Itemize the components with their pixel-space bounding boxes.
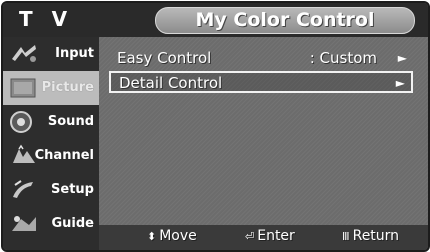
sidebar-item-setup[interactable]: Setup xyxy=(3,173,99,207)
menu-item-label: Easy Control xyxy=(117,49,212,67)
sidebar-item-guide[interactable]: Guide xyxy=(3,207,99,241)
tv-menu-screen: T V My Color Control Input Picture Sound… xyxy=(1,1,430,252)
enter-icon: ⏎ xyxy=(245,230,255,243)
menu-title-pill: My Color Control xyxy=(155,7,415,34)
sidebar-item-picture[interactable]: Picture xyxy=(3,71,99,105)
move-label: Move xyxy=(159,228,197,244)
menu-item-easy-control[interactable]: Easy Control : Custom ► xyxy=(109,48,413,70)
menu-item-detail-control[interactable]: Detail Control ► xyxy=(109,71,413,93)
arrow-right-icon: ► xyxy=(397,51,407,65)
source-label: T V xyxy=(19,7,74,31)
sound-icon xyxy=(9,109,39,135)
enter-hint: ⏎ Enter xyxy=(245,228,295,244)
sidebar-item-label: Channel xyxy=(34,148,94,163)
guide-icon xyxy=(9,211,39,237)
menu-panel: Easy Control : Custom ► Detail Control ► xyxy=(99,37,428,225)
sidebar-item-channel[interactable]: Channel xyxy=(3,139,99,173)
move-icon: ⬍ xyxy=(147,230,157,243)
footer-bar: ⬍ Move ⏎ Enter Ⅲ Return xyxy=(99,225,428,250)
return-hint: Ⅲ Return xyxy=(342,228,399,244)
arrow-right-icon: ► xyxy=(395,76,405,90)
sidebar-item-label: Sound xyxy=(47,114,94,129)
move-hint: ⬍ Move xyxy=(147,228,197,244)
setup-icon xyxy=(9,177,39,203)
sidebar-item-label: Picture xyxy=(41,80,94,95)
title-bar: T V My Color Control xyxy=(3,3,428,37)
sidebar-item-sound[interactable]: Sound xyxy=(3,105,99,139)
menu-item-value: : Custom xyxy=(309,49,377,67)
menu-title: My Color Control xyxy=(195,9,375,31)
return-label: Return xyxy=(352,228,400,244)
menu-item-label: Detail Control xyxy=(119,74,223,92)
enter-label: Enter xyxy=(257,228,295,244)
sidebar: Input Picture Sound Channel Setup Guide xyxy=(3,37,99,250)
sidebar-item-input[interactable]: Input xyxy=(3,37,99,71)
return-icon: Ⅲ xyxy=(342,230,350,243)
picture-icon xyxy=(9,75,39,101)
sidebar-item-label: Setup xyxy=(51,182,94,197)
sidebar-item-label: Guide xyxy=(51,216,94,231)
input-icon xyxy=(9,41,39,67)
sidebar-item-label: Input xyxy=(55,46,94,61)
